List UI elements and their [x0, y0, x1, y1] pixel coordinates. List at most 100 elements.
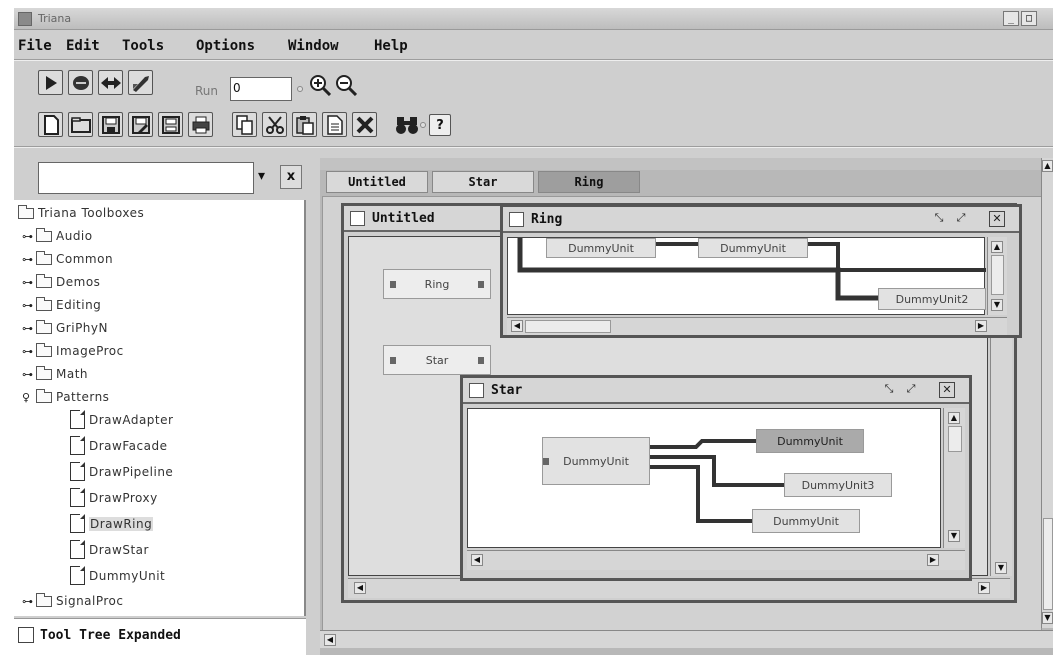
menu-help[interactable]: Help	[374, 38, 408, 54]
scroll-thumb[interactable]	[525, 320, 611, 333]
ring-canvas[interactable]: DummyUnit DummyUnit DummyUnit2	[507, 237, 986, 315]
scroll-thumb[interactable]	[991, 255, 1004, 295]
expand-toggle-icon[interactable]: ⊶	[22, 276, 34, 289]
tree-item-drawpipeline[interactable]: DrawPipeline	[70, 462, 173, 481]
scroll-down-arrow[interactable]: ▼	[1042, 612, 1053, 624]
copy-button[interactable]	[232, 112, 257, 137]
scroll-right-arrow[interactable]: ▶	[978, 582, 990, 594]
clear-search-button[interactable]: x	[280, 165, 302, 189]
tree-folder-signalproc[interactable]: ⊶ SignalProc	[22, 592, 124, 608]
title-bar[interactable]: Triana _ □	[14, 8, 1053, 30]
tree-root[interactable]: Triana Toolboxes	[18, 204, 144, 220]
save-as-button[interactable]	[128, 112, 153, 137]
ring-window[interactable]: Ring ⤡ ⤢ ✕ DummyUnit DummyUnit DummyUnit…	[500, 204, 1022, 338]
menu-tools[interactable]: Tools	[122, 38, 164, 54]
tree-item-dummyunit[interactable]: DummyUnit	[70, 566, 165, 585]
tab-ring[interactable]: Ring	[538, 171, 640, 193]
close-icon[interactable]: ✕	[939, 382, 955, 398]
cut-button[interactable]	[262, 112, 287, 137]
scroll-down-arrow[interactable]: ▼	[995, 562, 1007, 574]
scroll-left-arrow[interactable]: ◀	[471, 554, 483, 566]
tree-folder-editing[interactable]: ⊶ Editing	[22, 296, 101, 312]
properties-button[interactable]	[322, 112, 347, 137]
scroll-down-arrow[interactable]: ▼	[991, 299, 1003, 311]
help-button[interactable]: ?	[429, 114, 451, 136]
ring-vertical-scrollbar[interactable]: ▲ ▼	[987, 237, 1007, 315]
save-button[interactable]	[98, 112, 123, 137]
scroll-left-arrow[interactable]: ◀	[324, 634, 336, 646]
menu-options[interactable]: Options	[196, 38, 255, 54]
scroll-right-arrow[interactable]: ▶	[927, 554, 939, 566]
tree-item-drawadapter[interactable]: DrawAdapter	[70, 410, 173, 429]
scroll-right-arrow[interactable]: ▶	[975, 320, 987, 332]
launch-button[interactable]	[128, 70, 153, 95]
new-file-button[interactable]	[38, 112, 63, 137]
tree-item-drawfacade[interactable]: DrawFacade	[70, 436, 167, 455]
save-all-button[interactable]	[158, 112, 183, 137]
tab-star[interactable]: Star	[432, 171, 534, 193]
zoom-in-button[interactable]	[308, 73, 331, 96]
tree-folder-griphyn[interactable]: ⊶ GriPhyN	[22, 319, 108, 335]
maximize-icon[interactable]: ⤢	[953, 211, 969, 227]
ring-unit-1[interactable]: DummyUnit	[546, 238, 656, 258]
expand-toggle-icon[interactable]: ⊶	[22, 595, 34, 608]
paste-button[interactable]	[292, 112, 317, 137]
play-button[interactable]	[38, 70, 63, 95]
open-button[interactable]	[68, 112, 93, 137]
close-icon[interactable]: ✕	[989, 211, 1005, 227]
dropdown-arrow-icon[interactable]: ▾	[258, 168, 265, 184]
tree-folder-math[interactable]: ⊶ Math	[22, 365, 88, 381]
expand-toggle-icon[interactable]: ⊶	[22, 230, 34, 243]
tree-folder-demos[interactable]: ⊶ Demos	[22, 273, 100, 289]
star-unit-3[interactable]: DummyUnit	[752, 509, 860, 533]
star-window[interactable]: Star ⤡ ⤢ ✕ DummyUnit DummyUnit DummyUnit…	[460, 375, 972, 581]
expand-toggle-icon[interactable]: ⊶	[22, 368, 34, 381]
stop-button[interactable]	[68, 70, 93, 95]
star-unit-source[interactable]: DummyUnit	[542, 437, 650, 485]
expand-toggle-icon[interactable]: ⊶	[22, 322, 34, 335]
star-horizontal-scrollbar[interactable]: ◀ ▶	[467, 550, 965, 570]
iconify-icon[interactable]: ⤡	[931, 211, 947, 227]
star-canvas[interactable]: DummyUnit DummyUnit DummyUnit3 DummyUnit	[467, 408, 941, 548]
reset-button[interactable]	[98, 70, 123, 95]
scroll-up-arrow[interactable]: ▲	[1042, 160, 1053, 172]
print-button[interactable]	[188, 112, 213, 137]
scroll-thumb[interactable]	[1043, 518, 1053, 610]
ring-window-titlebar[interactable]: Ring ⤡ ⤢ ✕	[503, 207, 1019, 233]
scroll-left-arrow[interactable]: ◀	[511, 320, 523, 332]
delete-button[interactable]	[352, 112, 377, 137]
iconify-icon[interactable]: ⤡	[881, 382, 897, 398]
star-vertical-scrollbar[interactable]: ▲ ▼	[943, 408, 965, 548]
tab-untitled[interactable]: Untitled	[326, 171, 428, 193]
scroll-thumb[interactable]	[948, 426, 962, 452]
maximize-icon[interactable]: ⤢	[903, 382, 919, 398]
star-unit-2[interactable]: DummyUnit3	[784, 473, 892, 497]
workspace-horizontal-scrollbar[interactable]: ◀ ▶	[320, 630, 1053, 648]
tree-item-drawstar[interactable]: DrawStar	[70, 540, 149, 559]
maximize-button[interactable]: □	[1021, 11, 1037, 26]
tree-folder-common[interactable]: ⊶ Common	[22, 250, 113, 266]
unit-ring[interactable]: Ring	[383, 269, 491, 299]
expand-toggle-icon[interactable]: ⊶	[22, 253, 34, 266]
star-window-titlebar[interactable]: Star ⤡ ⤢ ✕	[463, 378, 969, 404]
menu-window[interactable]: Window	[288, 38, 339, 54]
scroll-up-arrow[interactable]: ▲	[948, 412, 960, 424]
run-count-input[interactable]: 0	[230, 77, 292, 101]
zoom-out-button[interactable]	[334, 73, 357, 96]
tree-item-drawring[interactable]: DrawRing	[70, 514, 154, 533]
ring-unit-3[interactable]: DummyUnit2	[878, 288, 986, 310]
scroll-left-arrow[interactable]: ◀	[354, 582, 366, 594]
menu-edit[interactable]: Edit	[66, 38, 100, 54]
scroll-up-arrow[interactable]: ▲	[991, 241, 1003, 253]
find-button[interactable]	[394, 112, 419, 137]
minimize-button[interactable]: _	[1003, 11, 1019, 26]
tree-item-drawproxy[interactable]: DrawProxy	[70, 488, 158, 507]
tree-folder-patterns[interactable]: ♀ Patterns	[22, 388, 109, 404]
star-unit-1[interactable]: DummyUnit	[756, 429, 864, 453]
toolbox-search-input[interactable]	[38, 162, 254, 194]
ring-horizontal-scrollbar[interactable]: ◀ ▶	[507, 317, 1007, 335]
menu-file[interactable]: File	[18, 38, 52, 54]
expand-toggle-icon[interactable]: ⊶	[22, 299, 34, 312]
untitled-horizontal-scrollbar[interactable]: ◀ ▶	[348, 578, 1010, 598]
expand-toggle-icon[interactable]: ⊶	[22, 345, 34, 358]
